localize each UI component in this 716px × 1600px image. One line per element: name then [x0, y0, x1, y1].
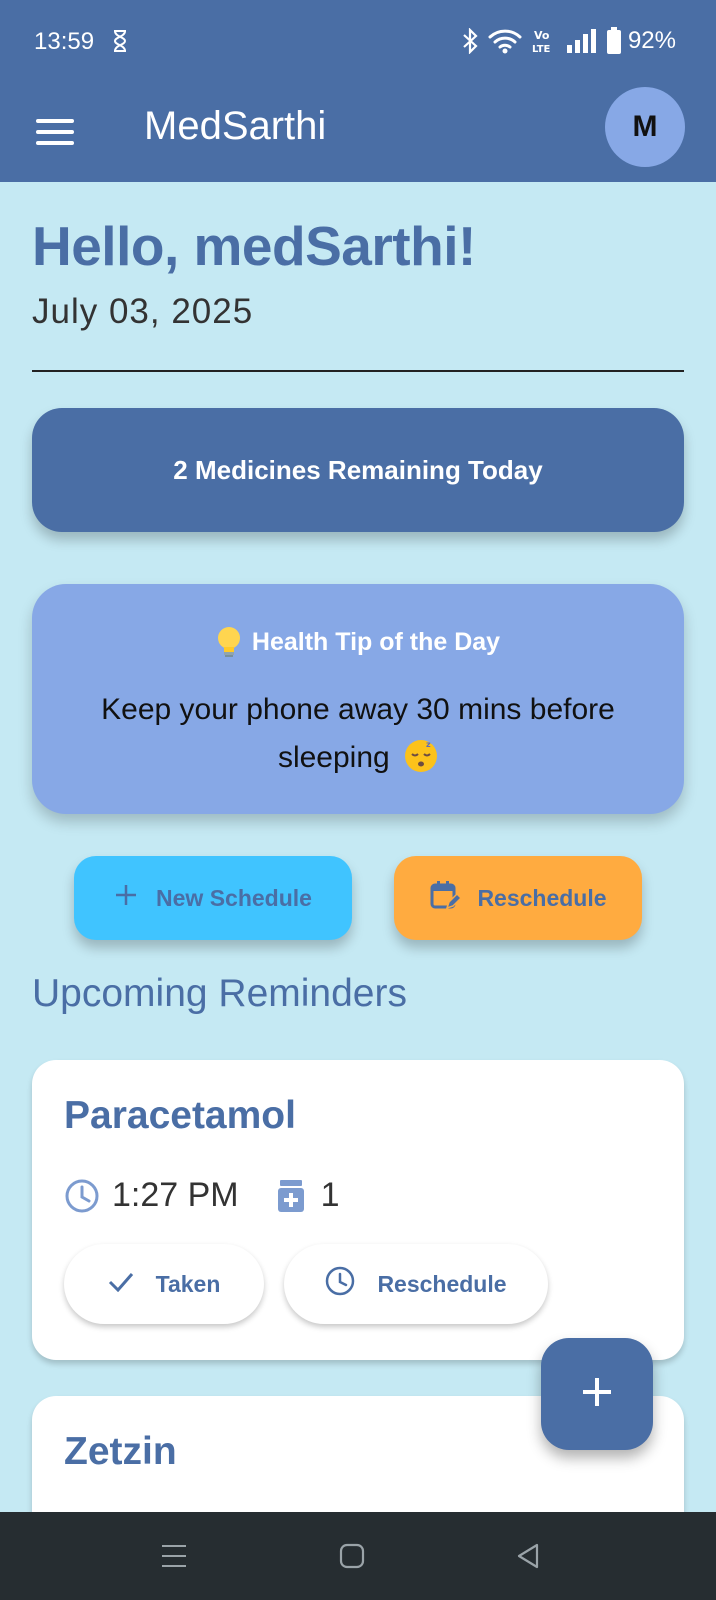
app-bar: MedSarthi M [0, 84, 716, 182]
new-schedule-button[interactable]: New Schedule [74, 856, 352, 940]
calendar-edit-icon [429, 879, 463, 917]
bluetooth-icon [462, 28, 478, 54]
svg-text:Vo: Vo [534, 29, 550, 42]
hourglass-icon [112, 30, 128, 52]
upcoming-reminders-title: Upcoming Reminders [32, 972, 407, 1015]
reschedule-button[interactable]: Reschedule [394, 856, 642, 940]
wifi-icon [488, 28, 522, 54]
svg-text:LTE: LTE [532, 44, 551, 55]
greeting-title: Hello, medSarthi! [32, 215, 476, 277]
volte-icon: Vo LTE [532, 27, 556, 55]
current-date: July 03, 2025 [32, 292, 254, 331]
reschedule-label: Reschedule [477, 884, 607, 911]
medicine-info: 1:27 PM 1 [64, 1176, 340, 1215]
top-bar: 13:59 Vo LTE 92% MedSarthi M [0, 0, 716, 182]
health-tip-title: Health Tip of the Day [251, 627, 501, 656]
recent-apps-icon[interactable] [154, 1536, 194, 1576]
health-tip-header: Health Tip of the Day [32, 626, 684, 658]
plus-icon [114, 883, 138, 913]
lightbulb-icon [216, 626, 242, 658]
plus-icon [580, 1375, 614, 1414]
menu-icon[interactable] [36, 112, 76, 152]
medicine-dose: 1 [320, 1176, 340, 1214]
reschedule-reminder-label: Reschedule [377, 1270, 507, 1297]
signal-icon [566, 28, 596, 54]
status-bar: 13:59 Vo LTE 92% [0, 0, 716, 84]
pill-bottle-icon [277, 1179, 305, 1213]
back-icon[interactable] [508, 1536, 548, 1576]
taken-label: Taken [155, 1270, 221, 1297]
medicines-remaining-text: 2 Medicines Remaining Today [173, 454, 543, 485]
sleepy-face-icon: z [404, 739, 438, 773]
home-icon[interactable] [332, 1536, 372, 1576]
clock-icon [325, 1266, 355, 1302]
health-tip-text: Keep your phone away 30 mins before slee… [62, 686, 654, 782]
avatar[interactable]: M [605, 87, 685, 167]
check-icon [108, 1271, 134, 1298]
svg-text:z: z [426, 740, 431, 749]
status-time: 13:59 [34, 28, 95, 55]
app-title: MedSarthi [144, 104, 327, 148]
taken-button[interactable]: Taken [64, 1244, 264, 1324]
reminder-card: Paracetamol 1:27 PM 1 Taken Reschedule [32, 1060, 684, 1360]
battery-icon [606, 27, 622, 55]
medicines-remaining-card: 2 Medicines Remaining Today [32, 408, 684, 532]
new-schedule-label: New Schedule [156, 884, 312, 911]
battery-percentage: 92% [627, 27, 676, 54]
divider [32, 370, 684, 372]
health-tip-card: Health Tip of the Day Keep your phone aw… [32, 584, 684, 814]
clock-icon [64, 1178, 100, 1214]
medicine-name: Zetzin [64, 1430, 177, 1473]
medicine-time: 1:27 PM [112, 1176, 239, 1214]
medicine-name: Paracetamol [64, 1094, 296, 1137]
reschedule-reminder-button[interactable]: Reschedule [284, 1244, 548, 1324]
health-tip-body: Keep your phone away 30 mins before slee… [101, 693, 615, 774]
status-icons: Vo LTE 92% [462, 26, 676, 56]
system-nav-bar [0, 1512, 716, 1600]
add-reminder-fab[interactable] [541, 1338, 653, 1450]
